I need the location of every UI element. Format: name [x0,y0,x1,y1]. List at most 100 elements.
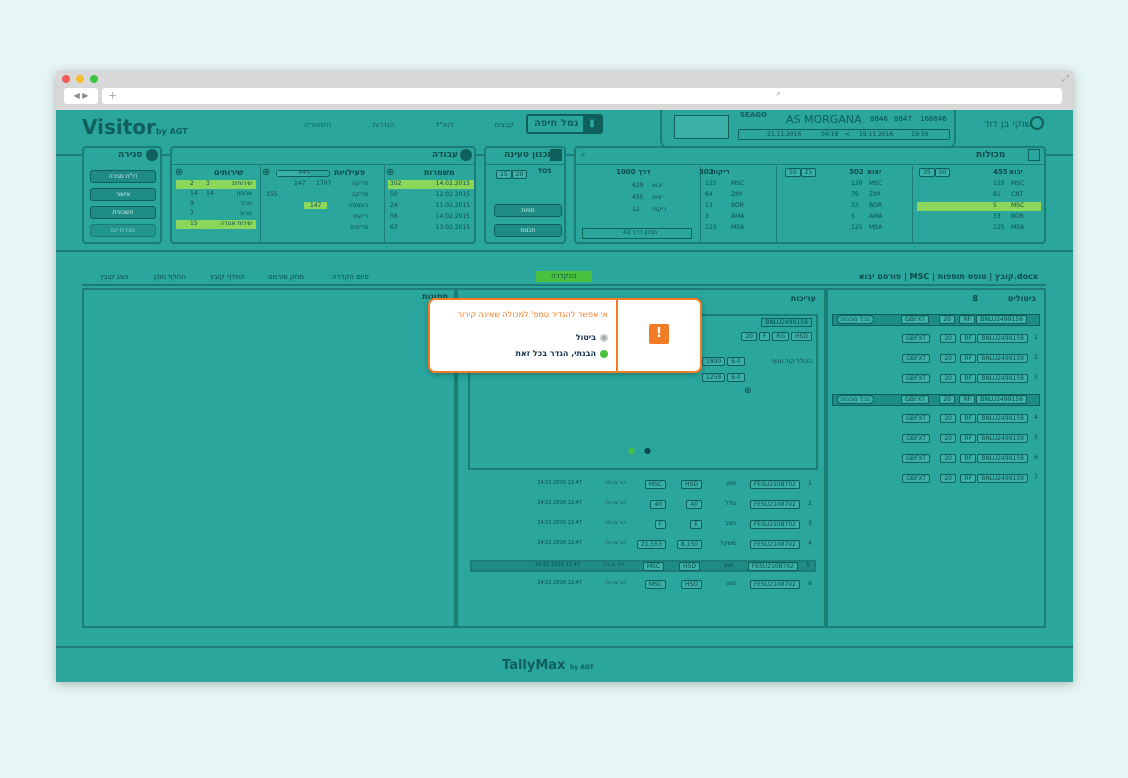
service-row[interactable]: אחסון 14 14 [176,190,256,199]
row-number: 5 [806,562,810,569]
close-report-button[interactable]: דו"ח סגירה [90,170,156,183]
shift-row[interactable]: 56 14.02.2015 [388,213,474,222]
service-row[interactable]: שירותים 3 2 [176,180,256,189]
replace-agent-action[interactable]: החלף סוכן [154,273,186,281]
add-activity-icon[interactable]: ⊕ [262,167,270,178]
add-shift-icon[interactable]: ⊕ [386,167,394,178]
edit-time: 24.01.2016 12:47 [537,540,582,546]
browser-chrome: ◀ ▶ + ⌕ ⤢ [56,71,1073,110]
add-row-icon[interactable]: ⊕ [744,386,752,396]
activity-row[interactable]: העמסה 147 [264,202,376,211]
activity-row[interactable]: ריקות [264,213,376,222]
booking-id: BNLU2499159 [977,454,1028,463]
edit-tags[interactable]: 20 F RG HSD [741,332,812,341]
port-icon: ▮ [583,116,601,132]
finish-action[interactable]: סיום הקדרה [332,273,369,281]
booking-id: BNLU2499159 [977,434,1028,443]
service-row[interactable]: שירות אגורה 15 [176,220,256,229]
edit-history-row[interactable]: 6 FESU2108702 מאן HSD MSC דוד בן דוד 24.… [470,580,816,592]
edit-history-row[interactable]: 5 FESU2108702 מאן HSD MSC דוד בן דוד 24.… [470,560,816,572]
invoice-button[interactable]: חשבונית [90,206,156,219]
container-id: FESU2108702 [749,500,800,509]
programs-button[interactable]: תכנות [494,224,562,237]
nav-settings[interactable]: הגדרות [373,121,395,129]
dialog-icon-area: ! [616,300,700,371]
class-tag: GBFXT [902,354,930,363]
editor-name: דוד בן דוד [604,500,626,506]
booking-row[interactable]: 2 BNLU2499159 RF 20 GBFXT [832,354,1040,366]
edit-history-row[interactable]: 1 FESU2108702 מאן HSD MSC דוד בן דוד 24.… [470,480,816,492]
maximize-window-button[interactable] [90,75,98,83]
radio-icon[interactable] [600,333,608,342]
bookings-pane: ביטולים 8 BNLU2499159 RF 20 GBFXT בכל סוכ… [826,288,1046,628]
transit-plan[interactable]: תכנון דרך 42 [582,228,692,239]
shift-row[interactable]: 24 11.02.2015 [388,202,474,211]
row-number: 4 [808,540,812,547]
booking-row[interactable]: 3 BNLU2499159 RF 20 GBFXT [832,374,1040,386]
shift-row[interactable]: 63 13.02.2015 [388,224,474,233]
booking-row[interactable]: 6 BNLU2499159 RF 20 GBFXT [832,454,1040,466]
booking-row[interactable]: BNLU2499159 RF 20 GBFXT בכל סוכנות [832,394,1040,406]
booking-row[interactable]: 4 BNLU2499159 RF 20 GBFXT [832,414,1040,426]
ship-info[interactable]: SEAGO AS MORGANA 8846 8847 168846 21.11.… [660,110,956,150]
activity-row[interactable]: פריקה 155 [264,191,376,200]
tos-label: TOS [538,168,552,175]
user-name[interactable]: שוקי בן דוד [984,119,1032,130]
shift-row[interactable]: 50 12.02.2015 [388,191,474,200]
old-value: 40 [686,500,702,509]
shifts-title: משמרות [424,168,455,177]
size-tag: 20 [940,374,956,383]
confirm-icon[interactable]: ● [628,446,635,455]
booking-id: BNLU2499159 [977,374,1028,383]
booking-id: BNLU2499159 [976,395,1027,404]
shift-row[interactable]: 302 14.02.2015 [388,180,474,189]
show-file-action[interactable]: הצג קובץ [100,273,129,281]
nav-files[interactable]: קבצים [495,121,514,129]
booking-row[interactable]: 7 BNLU2499159 RF 20 GBFXT [832,474,1040,486]
dialog-confirm-option[interactable]: הבנתי, הגדר בכל זאת [515,349,608,358]
ship-number-3: 168846 [920,115,947,123]
address-bar[interactable]: + [102,88,814,104]
weight-2[interactable]: 1258 6.0 [702,373,745,382]
service-row[interactable]: נוהל 9 [176,200,256,209]
day-close-button[interactable]: סגירת יום [90,224,156,237]
edit-history-row[interactable]: 4 FESU2108702 משקל 8,150 21,553 דוד בן ד… [470,540,816,552]
activity-row[interactable]: פריטים [264,224,376,233]
cancel-icon[interactable]: ● [644,446,651,455]
user-avatar-icon[interactable] [1030,116,1044,130]
dialog-cancel-option[interactable]: ביטול [576,333,608,342]
close-window-button[interactable] [62,75,70,83]
containers-search-icon[interactable]: ⌕ [581,150,585,160]
port-selector[interactable]: נמל חיפה ▮ [526,114,603,134]
maps-button[interactable]: מפות [494,204,562,217]
expand-icon[interactable]: ⤢ [1062,74,1069,84]
activity-row[interactable]: פריקה 1707 147 [264,180,376,189]
old-value: HSD [681,480,702,489]
new-tab-icon[interactable]: + [108,89,117,102]
add-service-icon[interactable]: ⊕ [175,167,183,178]
replace-file-action[interactable]: החלף קובץ [210,273,245,281]
field-label: גודל [725,500,736,507]
reefer-tag: RF [960,334,976,343]
nav-history[interactable]: היסטוריה [304,121,331,129]
agent-tag[interactable]: בכל סוכנות [837,315,874,324]
approve-button[interactable]: אישור [90,188,156,201]
class-tag: GBFXT [901,395,929,404]
field-label: מאן [726,480,736,487]
back-forward-buttons[interactable]: ◀ ▶ [64,88,98,104]
check-icon[interactable] [600,349,608,358]
edit-history-row[interactable]: 2 FESU2108702 גודל 40 40 דוד בן דוד 24.0… [470,500,816,512]
edit-history-row[interactable]: 3 FESU2108702 מצב E F דוד בן דוד 24.01.2… [470,520,816,532]
booking-row[interactable]: 1 BNLU2499159 RF 20 GBFXT [832,334,1040,346]
booking-row[interactable]: BNLU2499159 RF 20 GBFXT בכל סוכנות [832,314,1040,326]
nav-email[interactable]: דוא"ל [436,121,454,129]
delete-format-action[interactable]: מחק פורמט [268,273,304,281]
browser-search-bar[interactable]: ⌕ [770,88,1062,104]
row-number: 1 [808,480,812,487]
service-row[interactable]: ארעי 7 [176,210,256,219]
visitor-logo[interactable]: Visitorby AGT [82,115,188,139]
minimize-window-button[interactable] [76,75,84,83]
agent-tag[interactable]: בכל סוכנות [837,395,874,404]
booking-row[interactable]: 5 BNLU2499159 RF 20 GBFXT [832,434,1040,446]
weight-1[interactable]: 1890 6.0 [702,357,745,366]
